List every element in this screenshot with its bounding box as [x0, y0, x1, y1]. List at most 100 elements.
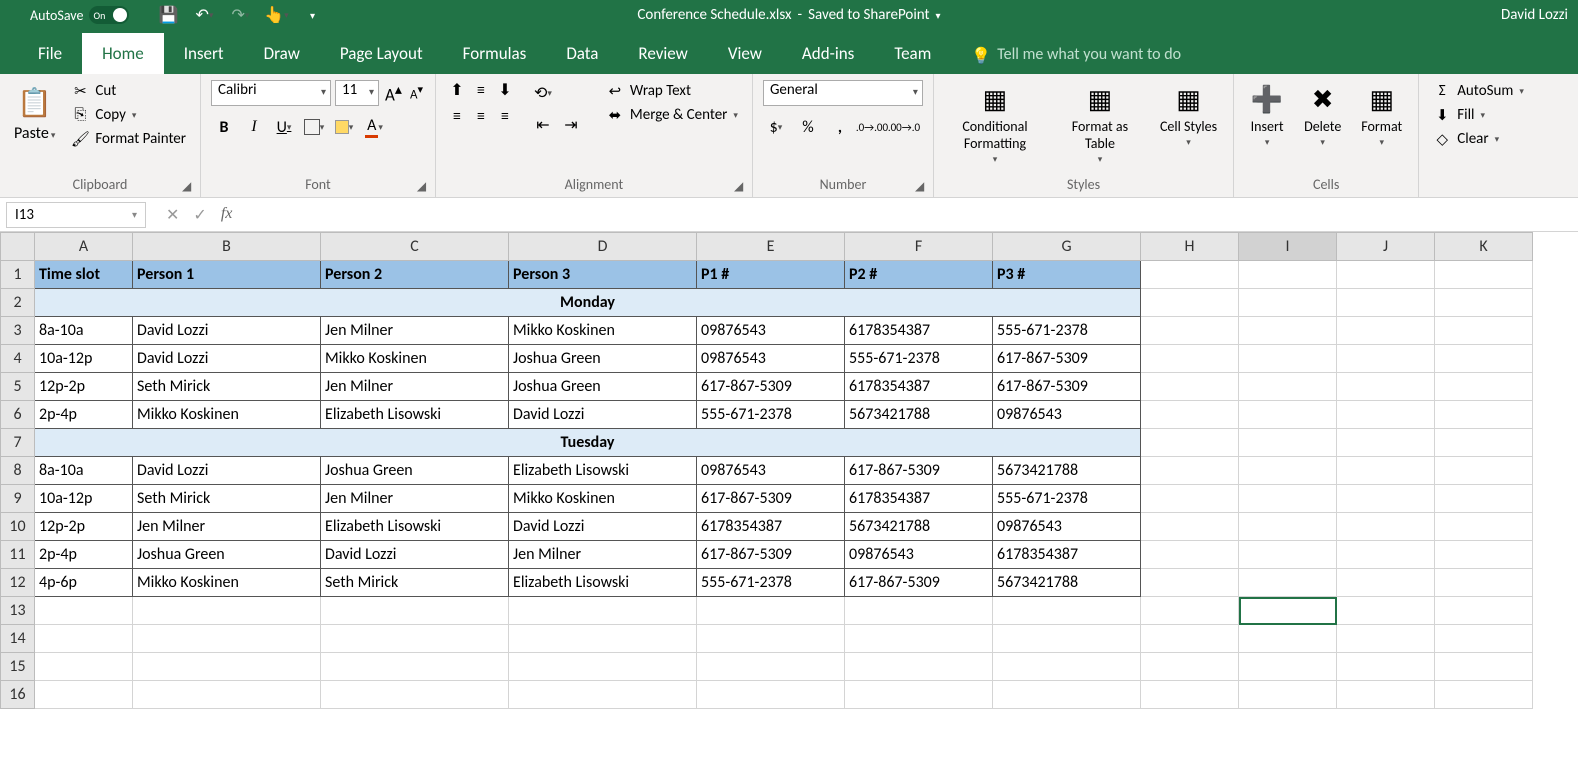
cell-I16[interactable]: [1239, 681, 1337, 709]
cell-K15[interactable]: [1435, 653, 1533, 681]
row-header-7[interactable]: 7: [1, 429, 35, 457]
cell-E11[interactable]: 617-867-5309: [697, 541, 845, 569]
cell-H13[interactable]: [1141, 597, 1239, 625]
autosum-button[interactable]: ΣAutoSum: [1429, 80, 1528, 102]
cell-C11[interactable]: David Lozzi: [321, 541, 509, 569]
cell-E10[interactable]: 6178354387: [697, 513, 845, 541]
cell-J16[interactable]: [1337, 681, 1435, 709]
cell-K7[interactable]: [1435, 429, 1533, 457]
underline-button[interactable]: U: [271, 114, 297, 140]
cell-B11[interactable]: Joshua Green: [133, 541, 321, 569]
cell-B5[interactable]: Seth Mirick: [133, 373, 321, 401]
col-header-I[interactable]: I: [1239, 233, 1337, 261]
tab-team[interactable]: Team: [874, 33, 951, 74]
cell-C10[interactable]: Elizabeth Lisowski: [321, 513, 509, 541]
cell-B10[interactable]: Jen Milner: [133, 513, 321, 541]
cell-B6[interactable]: Mikko Koskinen: [133, 401, 321, 429]
align-bottom-icon[interactable]: ⬇: [494, 80, 516, 100]
cell-F8[interactable]: 617-867-5309: [845, 457, 993, 485]
merge-center-button[interactable]: ⬌Merge & Center: [602, 104, 742, 126]
clear-button[interactable]: ◇Clear: [1429, 128, 1528, 150]
align-left-icon[interactable]: ≡: [446, 106, 468, 126]
cell-J13[interactable]: [1337, 597, 1435, 625]
cell-H4[interactable]: [1141, 345, 1239, 373]
cell-F4[interactable]: 555-671-2378: [845, 345, 993, 373]
cell-J14[interactable]: [1337, 625, 1435, 653]
cell-E14[interactable]: [697, 625, 845, 653]
select-all-corner[interactable]: [1, 233, 35, 261]
cut-button[interactable]: ✂Cut: [67, 80, 190, 102]
cell-G3[interactable]: 555-671-2378: [993, 317, 1141, 345]
cell-G10[interactable]: 09876543: [993, 513, 1141, 541]
format-cells-button[interactable]: ▦Format: [1355, 80, 1408, 150]
tab-review[interactable]: Review: [618, 33, 707, 74]
row-header-8[interactable]: 8: [1, 457, 35, 485]
cell-C12[interactable]: Seth Mirick: [321, 569, 509, 597]
font-size-select[interactable]: 11: [335, 80, 379, 106]
saved-status[interactable]: Saved to SharePoint: [808, 6, 929, 24]
cell-G5[interactable]: 617-867-5309: [993, 373, 1141, 401]
decrease-font-icon[interactable]: A▾: [408, 83, 425, 102]
cell-K10[interactable]: [1435, 513, 1533, 541]
delete-cells-button[interactable]: ✖Delete: [1298, 80, 1347, 150]
cell-K9[interactable]: [1435, 485, 1533, 513]
increase-indent-icon[interactable]: ⇥: [558, 112, 584, 138]
cell-E3[interactable]: 09876543: [697, 317, 845, 345]
cell-D11[interactable]: Jen Milner: [509, 541, 697, 569]
cell-C1[interactable]: Person 2: [321, 261, 509, 289]
cell-H11[interactable]: [1141, 541, 1239, 569]
cell-E15[interactable]: [697, 653, 845, 681]
cell-G1[interactable]: P3 #: [993, 261, 1141, 289]
border-button[interactable]: [301, 114, 327, 140]
cell-J1[interactable]: [1337, 261, 1435, 289]
cell-B9[interactable]: Seth Mirick: [133, 485, 321, 513]
qat-customize-icon[interactable]: ▾: [303, 6, 321, 24]
fill-button[interactable]: ⬇Fill: [1429, 104, 1528, 126]
cell-G11[interactable]: 6178354387: [993, 541, 1141, 569]
cell-K1[interactable]: [1435, 261, 1533, 289]
col-header-D[interactable]: D: [509, 233, 697, 261]
cell-I6[interactable]: [1239, 401, 1337, 429]
cell-A4[interactable]: 10a-12p: [35, 345, 133, 373]
cell-B1[interactable]: Person 1: [133, 261, 321, 289]
row-header-4[interactable]: 4: [1, 345, 35, 373]
italic-button[interactable]: I: [241, 114, 267, 140]
row-header-2[interactable]: 2: [1, 289, 35, 317]
cell-J2[interactable]: [1337, 289, 1435, 317]
cell-H9[interactable]: [1141, 485, 1239, 513]
cell-F5[interactable]: 6178354387: [845, 373, 993, 401]
save-icon[interactable]: 💾: [159, 6, 177, 24]
cell-I7[interactable]: [1239, 429, 1337, 457]
align-top-icon[interactable]: ⬆: [446, 80, 468, 100]
cell-J6[interactable]: [1337, 401, 1435, 429]
number-format-select[interactable]: General: [763, 80, 923, 106]
tab-page-layout[interactable]: Page Layout: [320, 33, 443, 74]
cell-A6[interactable]: 2p-4p: [35, 401, 133, 429]
row-header-1[interactable]: 1: [1, 261, 35, 289]
cell-H5[interactable]: [1141, 373, 1239, 401]
tab-formulas[interactable]: Formulas: [443, 33, 547, 74]
cell-G4[interactable]: 617-867-5309: [993, 345, 1141, 373]
cell-K5[interactable]: [1435, 373, 1533, 401]
bold-button[interactable]: B: [211, 114, 237, 140]
accept-formula-icon[interactable]: ✓: [193, 205, 206, 225]
cell-E5[interactable]: 617-867-5309: [697, 373, 845, 401]
cell-K2[interactable]: [1435, 289, 1533, 317]
cell-C14[interactable]: [321, 625, 509, 653]
cell-J10[interactable]: [1337, 513, 1435, 541]
autosave-toggle[interactable]: AutoSave On: [30, 6, 129, 24]
cell-D4[interactable]: Joshua Green: [509, 345, 697, 373]
cell-H2[interactable]: [1141, 289, 1239, 317]
cell-H1[interactable]: [1141, 261, 1239, 289]
cell-J15[interactable]: [1337, 653, 1435, 681]
cell-D8[interactable]: Elizabeth Lisowski: [509, 457, 697, 485]
cell-C16[interactable]: [321, 681, 509, 709]
increase-decimal-icon[interactable]: .0→.00: [859, 114, 885, 140]
col-header-B[interactable]: B: [133, 233, 321, 261]
fill-color-button[interactable]: [331, 114, 357, 140]
tell-me-search[interactable]: 💡Tell me what you want to do: [971, 45, 1181, 74]
cell-G8[interactable]: 5673421788: [993, 457, 1141, 485]
cell-A7[interactable]: Tuesday: [35, 429, 1141, 457]
cell-K3[interactable]: [1435, 317, 1533, 345]
cell-J8[interactable]: [1337, 457, 1435, 485]
